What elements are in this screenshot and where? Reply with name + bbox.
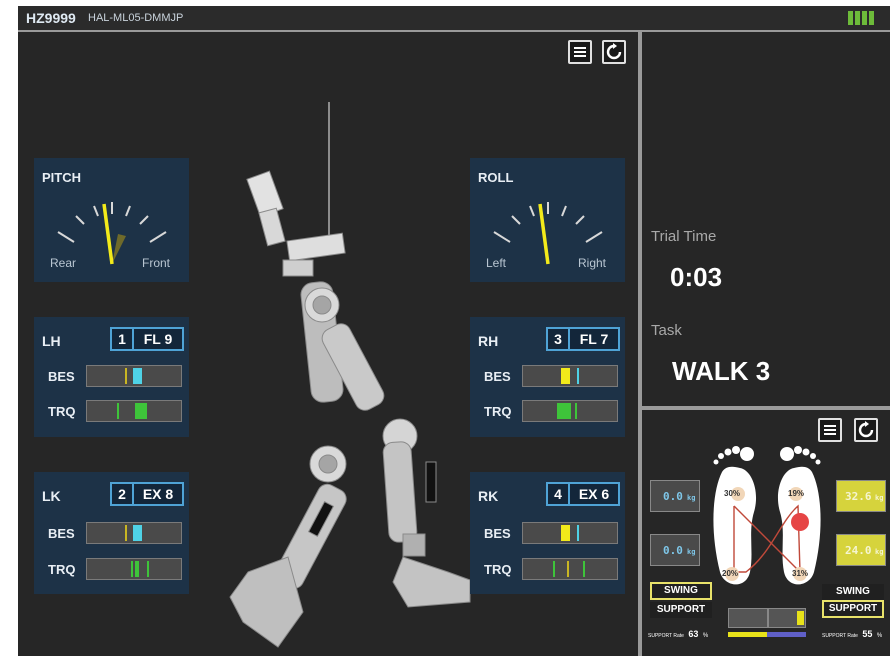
joint-panel-lh: LH 1 FL 9 BES TRQ — [34, 317, 189, 437]
task-value: WALK 3 — [672, 356, 771, 386]
left-balance-indicator — [728, 632, 767, 637]
right-support-rate-value: 55 — [862, 629, 873, 639]
left-toe-pct: 20% — [722, 569, 739, 578]
roll-gauge-panel: ROLL Left Right — [470, 158, 625, 282]
joint-label: RH — [478, 333, 499, 349]
feet-refresh-button[interactable] — [854, 418, 878, 442]
bes-bar — [522, 522, 618, 544]
exoskeleton-model — [229, 102, 471, 648]
joint-panel-rh: RH 3 FL 7 BES TRQ — [470, 317, 625, 437]
kg-unit: kg — [875, 548, 884, 556]
left-load-top-value: 0.0 — [663, 490, 683, 503]
pitch-title: PITCH — [42, 170, 81, 185]
trq-label: TRQ — [48, 562, 76, 577]
right-load-bottom-value: 24.0 — [845, 544, 872, 557]
left-support-state: SUPPORT — [650, 602, 712, 618]
trial-info-panel: Trial Time 0:03 Task WALK 3 — [642, 32, 890, 406]
right-heel-pct: 19% — [788, 489, 805, 498]
trq-label: TRQ — [48, 404, 76, 419]
menu-icon — [574, 47, 586, 57]
device-id: HZ9999 — [26, 10, 76, 26]
kg-unit: kg — [687, 548, 696, 556]
joint-number: 2 — [110, 482, 134, 506]
bes-bar — [86, 365, 182, 387]
refresh-icon — [606, 43, 622, 60]
left-support-rate-value: 63 — [688, 629, 699, 639]
left-load-bottom-value: 0.0 — [663, 544, 683, 557]
joint-label: LH — [42, 333, 61, 349]
right-support-rate: SUPPORT Rate 55 % — [822, 624, 882, 642]
joint-panel-lk: LK 2 EX 8 BES TRQ — [34, 472, 189, 594]
trq-label: TRQ — [484, 404, 512, 419]
joint-panel-rk: RK 4 EX 6 BES TRQ — [470, 472, 625, 594]
bes-bar — [86, 522, 182, 544]
joint-label: RK — [478, 488, 499, 504]
right-balance-indicator — [767, 632, 806, 637]
left-load-bottom: 0.0 kg — [650, 534, 700, 566]
bes-bar — [522, 365, 618, 387]
roll-right-label: Right — [578, 256, 607, 270]
menu-button[interactable] — [568, 40, 592, 64]
refresh-icon — [858, 421, 874, 438]
left-support-rate: SUPPORT Rate 63 % — [648, 624, 708, 642]
right-toe-pct: 31% — [792, 569, 809, 578]
refresh-button[interactable] — [602, 40, 626, 64]
right-support-state: SUPPORT — [822, 600, 884, 618]
left-heel-pct: 30% — [724, 489, 741, 498]
menu-icon — [824, 425, 836, 435]
right-load-top: 32.6 kg — [836, 480, 886, 512]
trq-label: TRQ — [484, 562, 512, 577]
feet-menu-button[interactable] — [818, 418, 842, 442]
left-swing-state: SWING — [650, 582, 712, 600]
kg-unit: kg — [687, 494, 696, 502]
task-label: Task — [651, 322, 682, 339]
joint-mode: EX 8 — [132, 482, 184, 506]
top-status-bar: HZ9999 HAL-ML05-DMMJP — [18, 6, 890, 32]
bes-label: BES — [484, 526, 511, 541]
bes-label: BES — [48, 369, 75, 384]
joint-label: LK — [42, 488, 61, 504]
kg-unit: kg — [875, 494, 884, 502]
trq-bar — [522, 400, 618, 422]
roll-left-label: Left — [486, 256, 507, 270]
foot-pressure-panel: 30% 19% 20% 31% 0.0 kg 0.0 kg 32.6 kg 24… — [642, 410, 890, 656]
joint-mode: FL 9 — [132, 327, 184, 351]
joint-number: 1 — [110, 327, 134, 351]
bes-label: BES — [484, 369, 511, 384]
trial-time-label: Trial Time — [651, 228, 717, 245]
percent-unit: % — [876, 633, 883, 639]
support-rate-label: SUPPORT Rate — [822, 633, 858, 639]
left-load-top: 0.0 kg — [650, 480, 700, 512]
right-load-bottom: 24.0 kg — [836, 534, 886, 566]
model-id: HAL-ML05-DMMJP — [88, 12, 184, 24]
joint-number: 3 — [546, 327, 570, 351]
right-swing-state: SWING — [822, 584, 884, 600]
balance-bar — [728, 608, 806, 628]
trq-bar — [86, 400, 182, 422]
percent-unit: % — [702, 633, 709, 639]
roll-title: ROLL — [478, 170, 514, 185]
joint-mode: EX 6 — [568, 482, 620, 506]
support-rate-label: SUPPORT Rate — [648, 633, 684, 639]
bes-label: BES — [48, 526, 75, 541]
trq-bar — [86, 558, 182, 580]
battery-icon — [848, 6, 882, 30]
joint-number: 4 — [546, 482, 570, 506]
trial-time-value: 0:03 — [670, 262, 723, 292]
pitch-gauge-panel: PITCH Rear Front — [34, 158, 189, 282]
right-load-top-value: 32.6 — [845, 490, 872, 503]
pitch-rear-label: Rear — [50, 256, 77, 270]
trq-bar — [522, 558, 618, 580]
pitch-front-label: Front — [142, 256, 171, 270]
joint-mode: FL 7 — [568, 327, 620, 351]
main-monitor-panel: PITCH Rear Front ROLL Left Right LH 1 FL… — [18, 32, 638, 656]
